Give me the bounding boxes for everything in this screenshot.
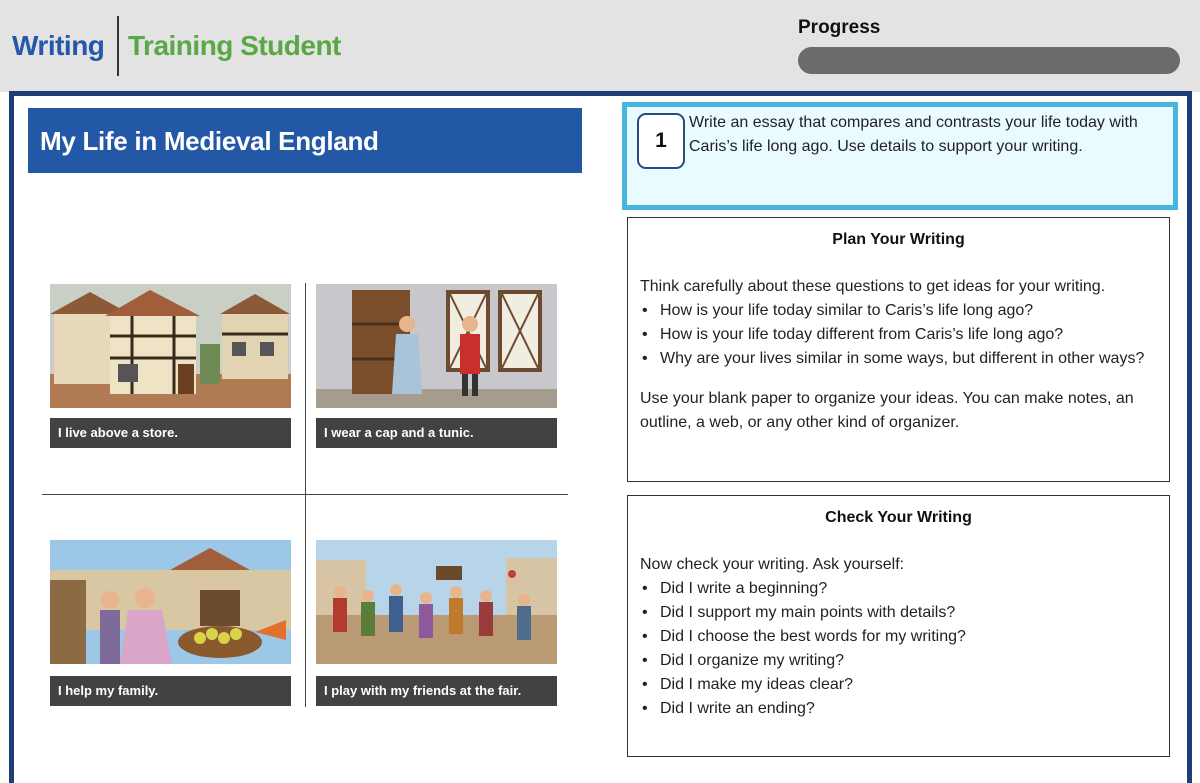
- list-item: How is your life today different from Ca…: [640, 323, 1157, 347]
- writing-prompt: 1 Write an essay that compares and contr…: [622, 102, 1178, 210]
- list-item: Did I support my main points with detail…: [640, 601, 1157, 625]
- list-item: Did I organize my writing?: [640, 649, 1157, 673]
- passage-title-bar: My Life in Medieval England: [28, 108, 582, 173]
- list-item: Did I make my ideas clear?: [640, 673, 1157, 697]
- plan-writing-box: Plan Your Writing Think carefully about …: [627, 217, 1170, 482]
- check-intro: Now check your writing. Ask yourself:: [640, 556, 905, 573]
- check-heading: Check Your Writing: [825, 509, 972, 526]
- panel-caption: I live above a store.: [50, 418, 291, 448]
- list-item: Did I write an ending?: [640, 697, 1157, 721]
- check-writing-box: Check Your Writing Now check your writin…: [627, 495, 1170, 757]
- panel-caption: I help my family.: [50, 676, 291, 706]
- progress-bar: [798, 47, 1180, 74]
- village-street-illustration: [50, 284, 291, 408]
- market-stall-illustration: [50, 540, 291, 664]
- comic-panel-4: I play with my friends at the fair.: [316, 540, 557, 706]
- passage-title: My Life in Medieval England: [40, 126, 379, 156]
- doorway-figures-illustration: [316, 284, 557, 408]
- list-item: Why are your lives similar in some ways,…: [640, 347, 1157, 371]
- panel-divider-horizontal: [42, 494, 568, 495]
- list-item: Did I write a beginning?: [640, 577, 1157, 601]
- plan-question-list: How is your life today similar to Caris’…: [640, 299, 1157, 371]
- plan-heading: Plan Your Writing: [832, 231, 965, 248]
- panel-caption: I wear a cap and a tunic.: [316, 418, 557, 448]
- comic-panel-3: I help my family.: [50, 540, 291, 706]
- user-name: Training Student: [128, 30, 341, 61]
- plan-intro: Think carefully about these questions to…: [640, 278, 1106, 295]
- panel-divider-vertical: [305, 283, 306, 707]
- header-divider: [117, 16, 119, 76]
- list-item: How is your life today similar to Caris’…: [640, 299, 1157, 323]
- comic-panel-1: I live above a store.: [50, 284, 291, 448]
- list-item: Did I choose the best words for my writi…: [640, 625, 1157, 649]
- app-name: Writing: [12, 30, 105, 61]
- comic-panel-2: I wear a cap and a tunic.: [316, 284, 557, 448]
- progress-label: Progress: [798, 17, 881, 38]
- panel-caption: I play with my friends at the fair.: [316, 676, 557, 706]
- check-question-list: Did I write a beginning? Did I support m…: [640, 577, 1157, 721]
- fair-crowd-illustration: [316, 540, 557, 664]
- prompt-text: Write an essay that compares and contras…: [689, 114, 1138, 155]
- app-header: Writing Training Student Progress: [0, 0, 1200, 92]
- question-number-badge: 1: [637, 113, 685, 169]
- plan-outro: Use your blank paper to organize your id…: [640, 390, 1134, 431]
